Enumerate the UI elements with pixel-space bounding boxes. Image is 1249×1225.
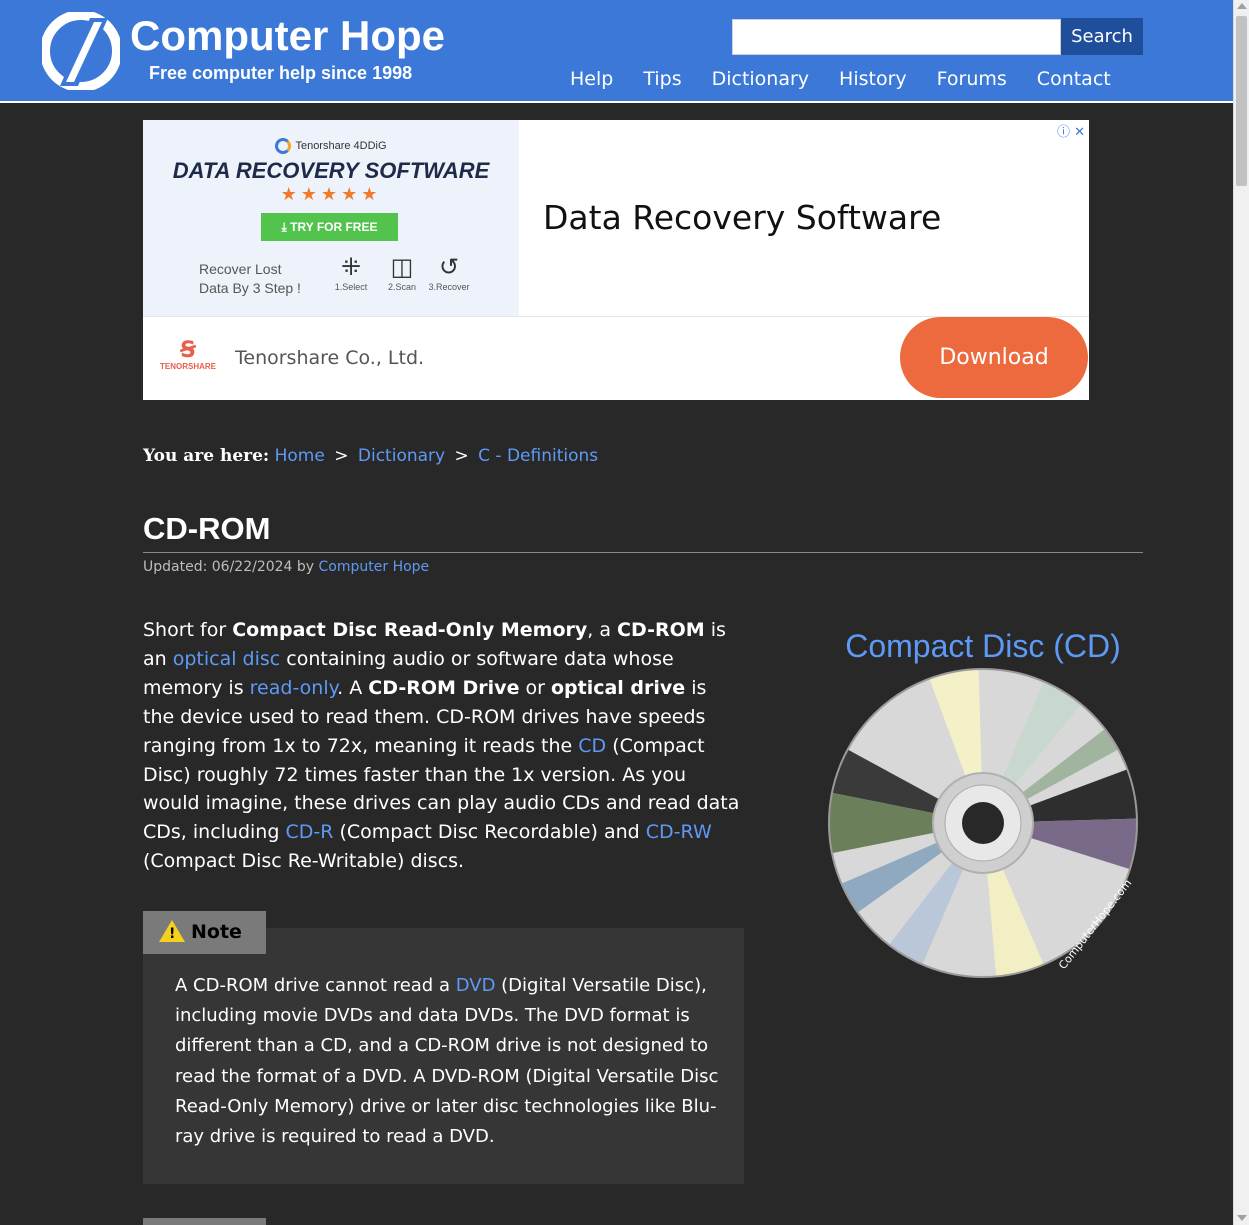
note-label: Note bbox=[191, 921, 242, 943]
ad-company-name[interactable]: Tenorshare Co., Ltd. bbox=[235, 347, 424, 369]
vertical-scrollbar[interactable] bbox=[1233, 0, 1249, 1225]
search-button[interactable]: Search bbox=[1061, 18, 1143, 55]
advertisement[interactable]: Tenorshare 4DDiG DATA RECOVERY SOFTWARE … bbox=[143, 120, 1089, 400]
nav-dictionary[interactable]: Dictionary bbox=[712, 68, 809, 90]
scroll-up-arrow-icon[interactable] bbox=[1237, 3, 1247, 9]
tenorshare-mark-icon: Ꞩ bbox=[180, 338, 196, 363]
ad-recover-text: Recover Lost Data By 3 Step ! bbox=[199, 261, 301, 296]
link-cd-rw[interactable]: CD-RW bbox=[646, 821, 712, 843]
scroll-down-arrow-icon[interactable] bbox=[1237, 1215, 1247, 1221]
site-tagline: Free computer help since 1998 bbox=[149, 63, 413, 83]
ad-title[interactable]: Data Recovery Software bbox=[543, 198, 941, 237]
ad-brand: Tenorshare 4DDiG bbox=[143, 138, 519, 154]
try-for-free-button[interactable]: ⤓ TRY FOR FREE bbox=[261, 213, 398, 241]
page-title: CD-ROM bbox=[143, 511, 271, 546]
next-section-tab bbox=[143, 1218, 266, 1225]
author-link[interactable]: Computer Hope bbox=[319, 559, 430, 575]
search-input[interactable] bbox=[732, 19, 1061, 55]
link-read-only[interactable]: read-only bbox=[250, 677, 337, 699]
site-header: Computer Hope Free computer help since 1… bbox=[0, 0, 1233, 103]
intro-paragraph: Short for Compact Disc Read-Only Memory,… bbox=[143, 619, 740, 873]
breadcrumb-label: You are here: bbox=[143, 446, 270, 466]
nav-help[interactable]: Help bbox=[570, 68, 613, 90]
compact-disc-image[interactable]: ComputerHope.com bbox=[828, 668, 1138, 978]
figure-caption[interactable]: Compact Disc (CD) bbox=[828, 628, 1138, 665]
breadcrumb-separator: > bbox=[334, 446, 349, 466]
note-text: A CD-ROM drive cannot read a DVD (Digita… bbox=[175, 975, 719, 1148]
breadcrumb-separator: > bbox=[454, 446, 469, 466]
ad-creative[interactable]: Tenorshare 4DDiG DATA RECOVERY SOFTWARE … bbox=[143, 120, 519, 316]
note-header: ! Note bbox=[143, 911, 266, 954]
scrollbar-thumb[interactable] bbox=[1236, 16, 1247, 186]
link-dvd[interactable]: DVD bbox=[456, 975, 496, 996]
link-cd[interactable]: CD bbox=[578, 735, 606, 757]
breadcrumb: You are here: Home > Dictionary > C - De… bbox=[143, 446, 598, 466]
computer-hope-logo-icon[interactable] bbox=[42, 12, 120, 90]
main-nav: Help Tips Dictionary History Forums Cont… bbox=[570, 68, 1141, 90]
ad-info-close-icon[interactable]: ⓘ ✕ bbox=[1057, 121, 1085, 140]
ad-rating-stars: ★★★★★ bbox=[280, 184, 382, 205]
tenorshare-logo-icon bbox=[275, 138, 292, 154]
tenorshare-company-logo: Ꞩ TENORSHARE bbox=[157, 338, 219, 372]
nav-contact[interactable]: Contact bbox=[1037, 68, 1111, 90]
ad-step-select: ⁜ 1.Select bbox=[326, 252, 376, 292]
site-title[interactable]: Computer Hope bbox=[130, 12, 445, 60]
scan-icon: ◫ bbox=[390, 253, 414, 281]
history-icon: ↺ bbox=[438, 253, 460, 281]
link-optical-disc[interactable]: optical disc bbox=[173, 648, 281, 670]
ad-step-recover: ↺ 3.Recover bbox=[424, 252, 474, 292]
link-cd-r[interactable]: CD-R bbox=[285, 821, 333, 843]
ad-step-scan: ◫ 2.Scan bbox=[377, 252, 427, 292]
cursor-click-icon: ⁜ bbox=[340, 253, 362, 281]
breadcrumb-home[interactable]: Home bbox=[275, 446, 325, 466]
updated-line: Updated: 06/22/2024 by Computer Hope bbox=[143, 559, 430, 575]
breadcrumb-c-definitions[interactable]: C - Definitions bbox=[478, 446, 598, 466]
warning-icon-mark: ! bbox=[169, 926, 176, 942]
nav-history[interactable]: History bbox=[839, 68, 907, 90]
ad-heading: DATA RECOVERY SOFTWARE bbox=[172, 158, 490, 183]
nav-tips[interactable]: Tips bbox=[643, 68, 681, 90]
title-divider bbox=[143, 552, 1143, 553]
ad-download-button[interactable]: Download bbox=[900, 317, 1088, 398]
nav-forums[interactable]: Forums bbox=[937, 68, 1007, 90]
breadcrumb-dictionary[interactable]: Dictionary bbox=[358, 446, 445, 466]
